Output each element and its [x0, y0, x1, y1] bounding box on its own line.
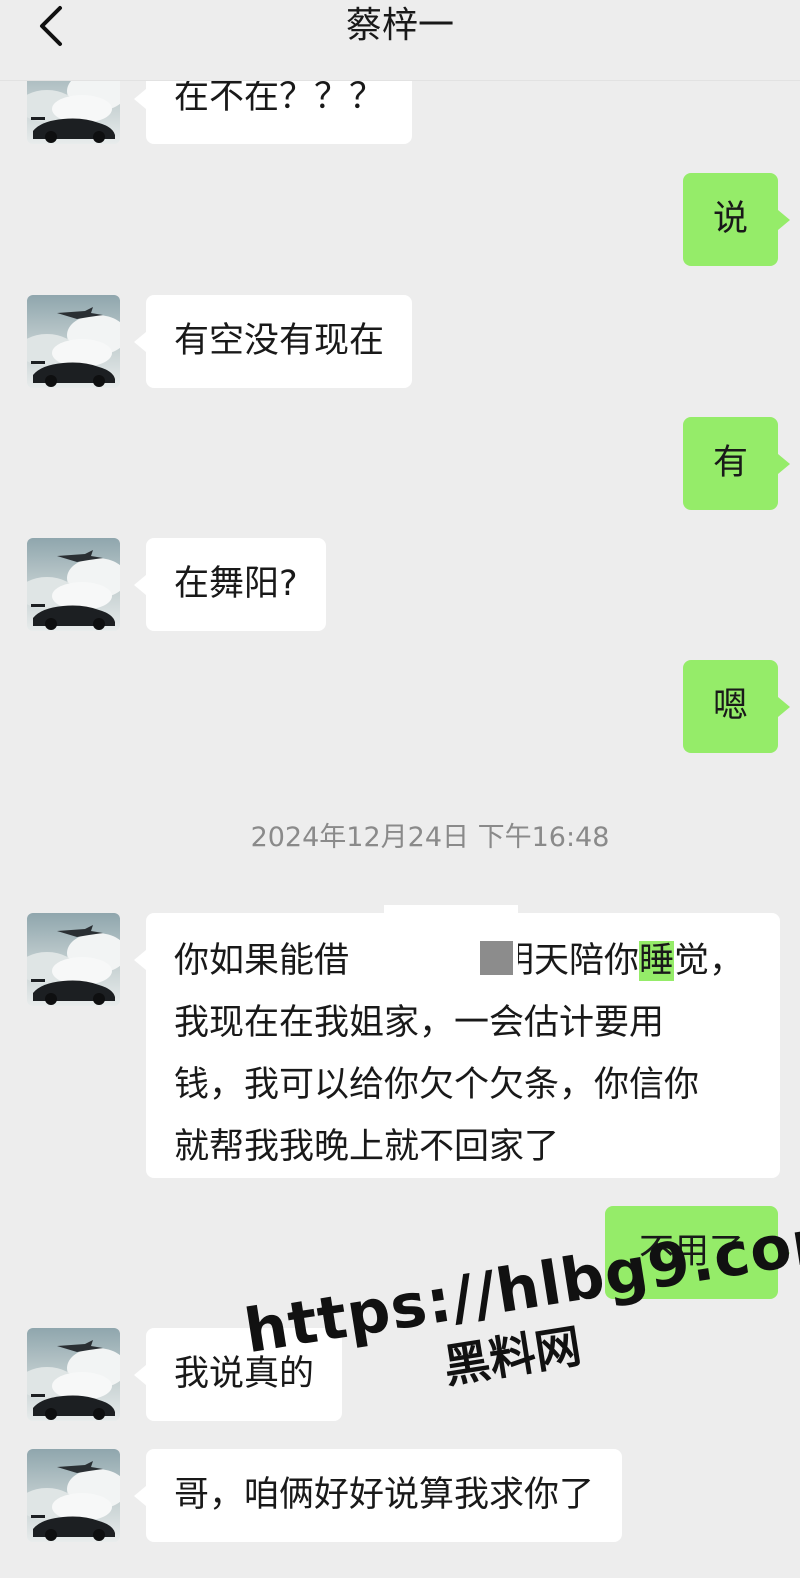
avatar[interactable] — [27, 295, 120, 388]
message-line: 钱，我可以给你欠个欠条，你信你 — [174, 1065, 700, 1105]
message-text: 哥，咱俩好好说算我求你了 — [174, 1475, 595, 1515]
avatar[interactable] — [27, 538, 120, 631]
timestamp: 2024年12月24日 下午16:48 — [250, 822, 610, 853]
redaction-block — [480, 941, 513, 975]
message-line: 我现在在我姐家，一会估计要用 — [174, 1003, 665, 1043]
avatar[interactable] — [27, 1449, 120, 1542]
message-bubble[interactable]: 有空没有现在 — [146, 295, 413, 388]
message-text: 在舞阳? — [174, 564, 298, 604]
message-text: 在不在？？？ — [174, 77, 385, 117]
avatar[interactable] — [27, 913, 120, 1006]
message-bubble-sent[interactable]: 嗯 — [683, 660, 778, 753]
message-bubble-sent[interactable]: 有 — [683, 417, 778, 510]
message-bubble[interactable]: 在舞阳? — [146, 538, 326, 631]
message-bubble[interactable]: 哥，咱俩好好说算我求你了 — [146, 1449, 623, 1542]
message-bubble-sent[interactable]: 说 — [683, 173, 778, 266]
avatar[interactable] — [27, 1328, 120, 1421]
watermark: https://hlbg9.com 黑料网 — [240, 1202, 800, 1427]
message-text: 有空没有现在 — [174, 321, 385, 361]
message-text: 有 — [712, 443, 748, 483]
message-line: 就帮我我晚上就不回家了 — [174, 1127, 560, 1167]
chat-title-overlay: 蔡梓一 — [345, 5, 454, 46]
message-text: 说 — [712, 199, 748, 239]
highlighted-text: 睡 — [639, 941, 675, 981]
message-text: 嗯 — [712, 686, 748, 726]
